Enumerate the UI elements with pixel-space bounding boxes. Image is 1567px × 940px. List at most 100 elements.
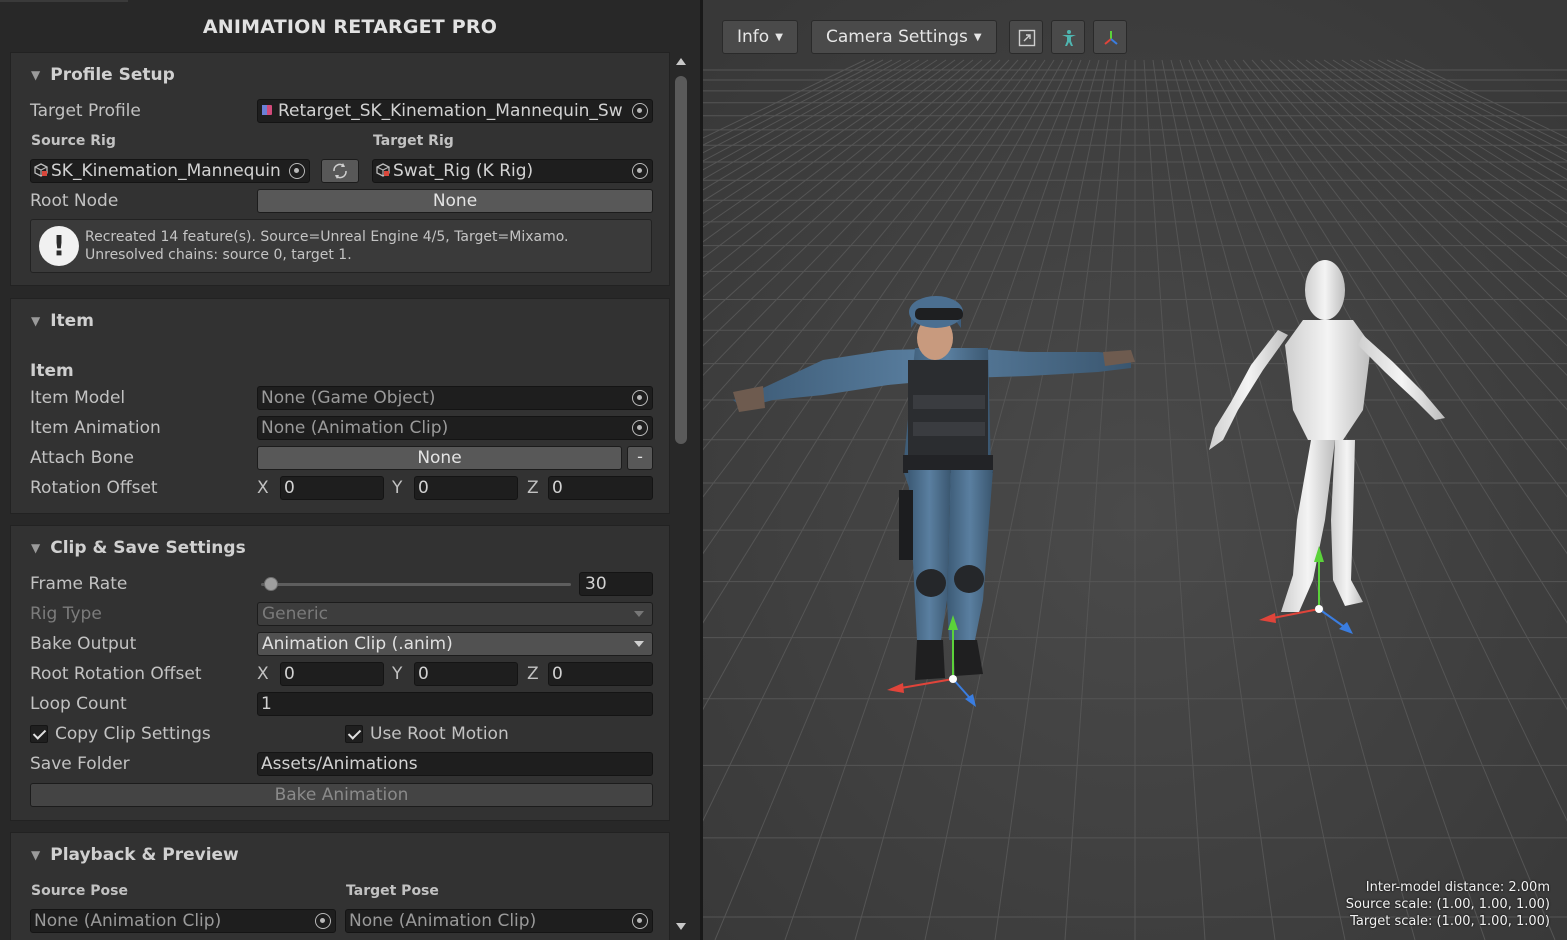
object-picker-icon[interactable] [632,390,648,406]
target-rig-field[interactable]: Swat_Rig (K Rig) [372,159,653,183]
hud-target-scale: Target scale: (1.00, 1.00, 1.00) [1350,914,1550,929]
swap-rigs-button[interactable] [321,159,359,183]
camera-settings-dropdown-button[interactable]: Camera Settings ▼ [811,20,997,54]
frame-rate-field[interactable]: 30 [579,572,653,596]
rotation-x-label: X [257,478,269,498]
section-title: Clip & Save Settings [50,538,246,558]
item-section: ▼ Item Item Item Model None (Game Object… [10,298,670,514]
copy-clip-settings-checkbox[interactable] [30,725,48,743]
rotation-y-field[interactable]: 0 [414,476,518,500]
clear-attach-bone-button[interactable]: - [627,446,653,470]
hud-distance: Inter-model distance: 2.00m [1365,880,1550,895]
target-profile-field[interactable]: Retarget_SK_Kinemation_Mannequin_Sw [257,99,653,123]
swap-icon [333,163,347,179]
object-picker-icon[interactable] [632,420,648,436]
playback-preview-section: ▼ Playback & Preview Source Pose Target … [10,832,670,940]
rotation-y-label: Y [392,478,403,498]
preview-viewport[interactable]: Info ▼ Camera Settings ▼ Inter-model dista… [703,0,1567,940]
prefab-icon [376,161,390,177]
root-rotation-z-label: Z [527,664,539,684]
section-title: Profile Setup [50,65,175,85]
foldout-triangle-icon: ▼ [31,848,41,862]
section-title: Item [50,311,94,331]
profile-setup-section: ▼ Profile Setup Target Profile Retarget_… [10,52,670,286]
root-node-label: Root Node [30,191,119,211]
target-pose-field[interactable]: None (Animation Clip) [345,909,653,933]
axes-gizmo-button[interactable] [1093,20,1127,54]
help-line-2: Unresolved chains: source 0, target 1. [85,247,352,263]
dropdown-arrow-icon: ▼ [775,32,783,43]
scroll-down-arrow-icon[interactable] [676,923,686,930]
info-dropdown-button[interactable]: Info ▼ [722,20,798,54]
rotation-z-field[interactable]: 0 [548,476,653,500]
inspector-panel: ANIMATION RETARGET PRO ▼ Profile Setup T… [0,0,700,940]
item-model-field[interactable]: None (Game Object) [257,386,653,410]
target-profile-label: Target Profile [30,101,141,121]
save-folder-label: Save Folder [30,754,130,774]
source-pose-field[interactable]: None (Animation Clip) [30,909,336,933]
use-root-motion-checkbox[interactable] [345,725,363,743]
item-animation-field[interactable]: None (Animation Clip) [257,416,653,440]
target-rig-label: Target Rig [373,133,454,149]
bake-output-dropdown[interactable]: Animation Clip (.anim) [257,632,653,656]
item-model-label: Item Model [30,388,126,408]
rig-type-label: Rig Type [30,604,102,624]
source-rig-field[interactable]: SK_Kinemation_Mannequin [30,159,310,183]
object-picker-icon[interactable] [632,163,648,179]
scene-canvas [703,0,1567,940]
section-title: Playback & Preview [50,845,239,865]
help-line-1: Recreated 14 feature(s). Source=Unreal E… [85,229,569,245]
profile-setup-header[interactable]: ▼ Profile Setup [31,64,175,86]
hud-source-scale: Source scale: (1.00, 1.00, 1.00) [1345,897,1550,912]
object-picker-icon[interactable] [289,163,305,179]
copy-clip-settings-label: Copy Clip Settings [55,724,211,744]
warning-icon: ! [39,226,79,266]
root-rotation-x-field[interactable]: 0 [280,662,384,686]
loop-count-field[interactable]: 1 [257,692,653,716]
root-rotation-x-label: X [257,664,269,684]
humanoid-toggle-button[interactable] [1051,20,1085,54]
humanoid-icon [1062,30,1076,46]
attach-bone-button[interactable]: None [257,446,622,470]
playback-preview-header[interactable]: ▼ Playback & Preview [31,844,239,866]
scroll-up-arrow-icon[interactable] [676,58,686,65]
foldout-triangle-icon: ▼ [31,68,41,82]
root-rotation-offset-label: Root Rotation Offset [30,664,202,684]
root-rotation-y-label: Y [392,664,403,684]
frame-rate-slider-track[interactable] [261,583,571,586]
rotation-z-label: Z [527,478,539,498]
item-group-label: Item [30,361,74,381]
profile-asset-icon [261,101,275,115]
clip-save-section: ▼ Clip & Save Settings Frame Rate 30 Rig… [10,525,670,821]
chevron-down-icon [634,611,644,617]
rotation-offset-label: Rotation Offset [30,478,158,498]
prefab-icon [34,161,48,177]
help-box: ! Recreated 14 feature(s). Source=Unreal… [30,219,652,273]
inspector-scrollbar[interactable] [672,56,690,936]
maximize-icon [1018,29,1036,47]
use-root-motion-label: Use Root Motion [370,724,509,744]
tab-indicator [0,0,128,2]
root-rotation-y-field[interactable]: 0 [414,662,518,686]
object-picker-icon[interactable] [315,913,331,929]
foldout-triangle-icon: ▼ [31,314,41,328]
frame-rate-label: Frame Rate [30,574,128,594]
maximize-button[interactable] [1009,20,1043,54]
object-picker-icon[interactable] [632,913,648,929]
object-picker-icon[interactable] [632,103,648,119]
save-folder-field[interactable]: Assets/Animations [257,752,653,776]
bake-animation-button[interactable]: Bake Animation [30,783,653,807]
clip-save-header[interactable]: ▼ Clip & Save Settings [31,537,246,559]
scrollbar-thumb[interactable] [675,76,687,444]
item-header[interactable]: ▼ Item [31,310,94,332]
frame-rate-slider-thumb[interactable] [264,577,279,591]
app-title: ANIMATION RETARGET PRO [202,16,498,38]
chevron-down-icon [634,641,644,647]
loop-count-label: Loop Count [30,694,127,714]
rig-type-dropdown: Generic [257,602,653,626]
bake-output-label: Bake Output [30,634,137,654]
root-node-button[interactable]: None [257,189,653,213]
target-pose-label: Target Pose [346,883,439,899]
root-rotation-z-field[interactable]: 0 [548,662,653,686]
rotation-x-field[interactable]: 0 [280,476,384,500]
